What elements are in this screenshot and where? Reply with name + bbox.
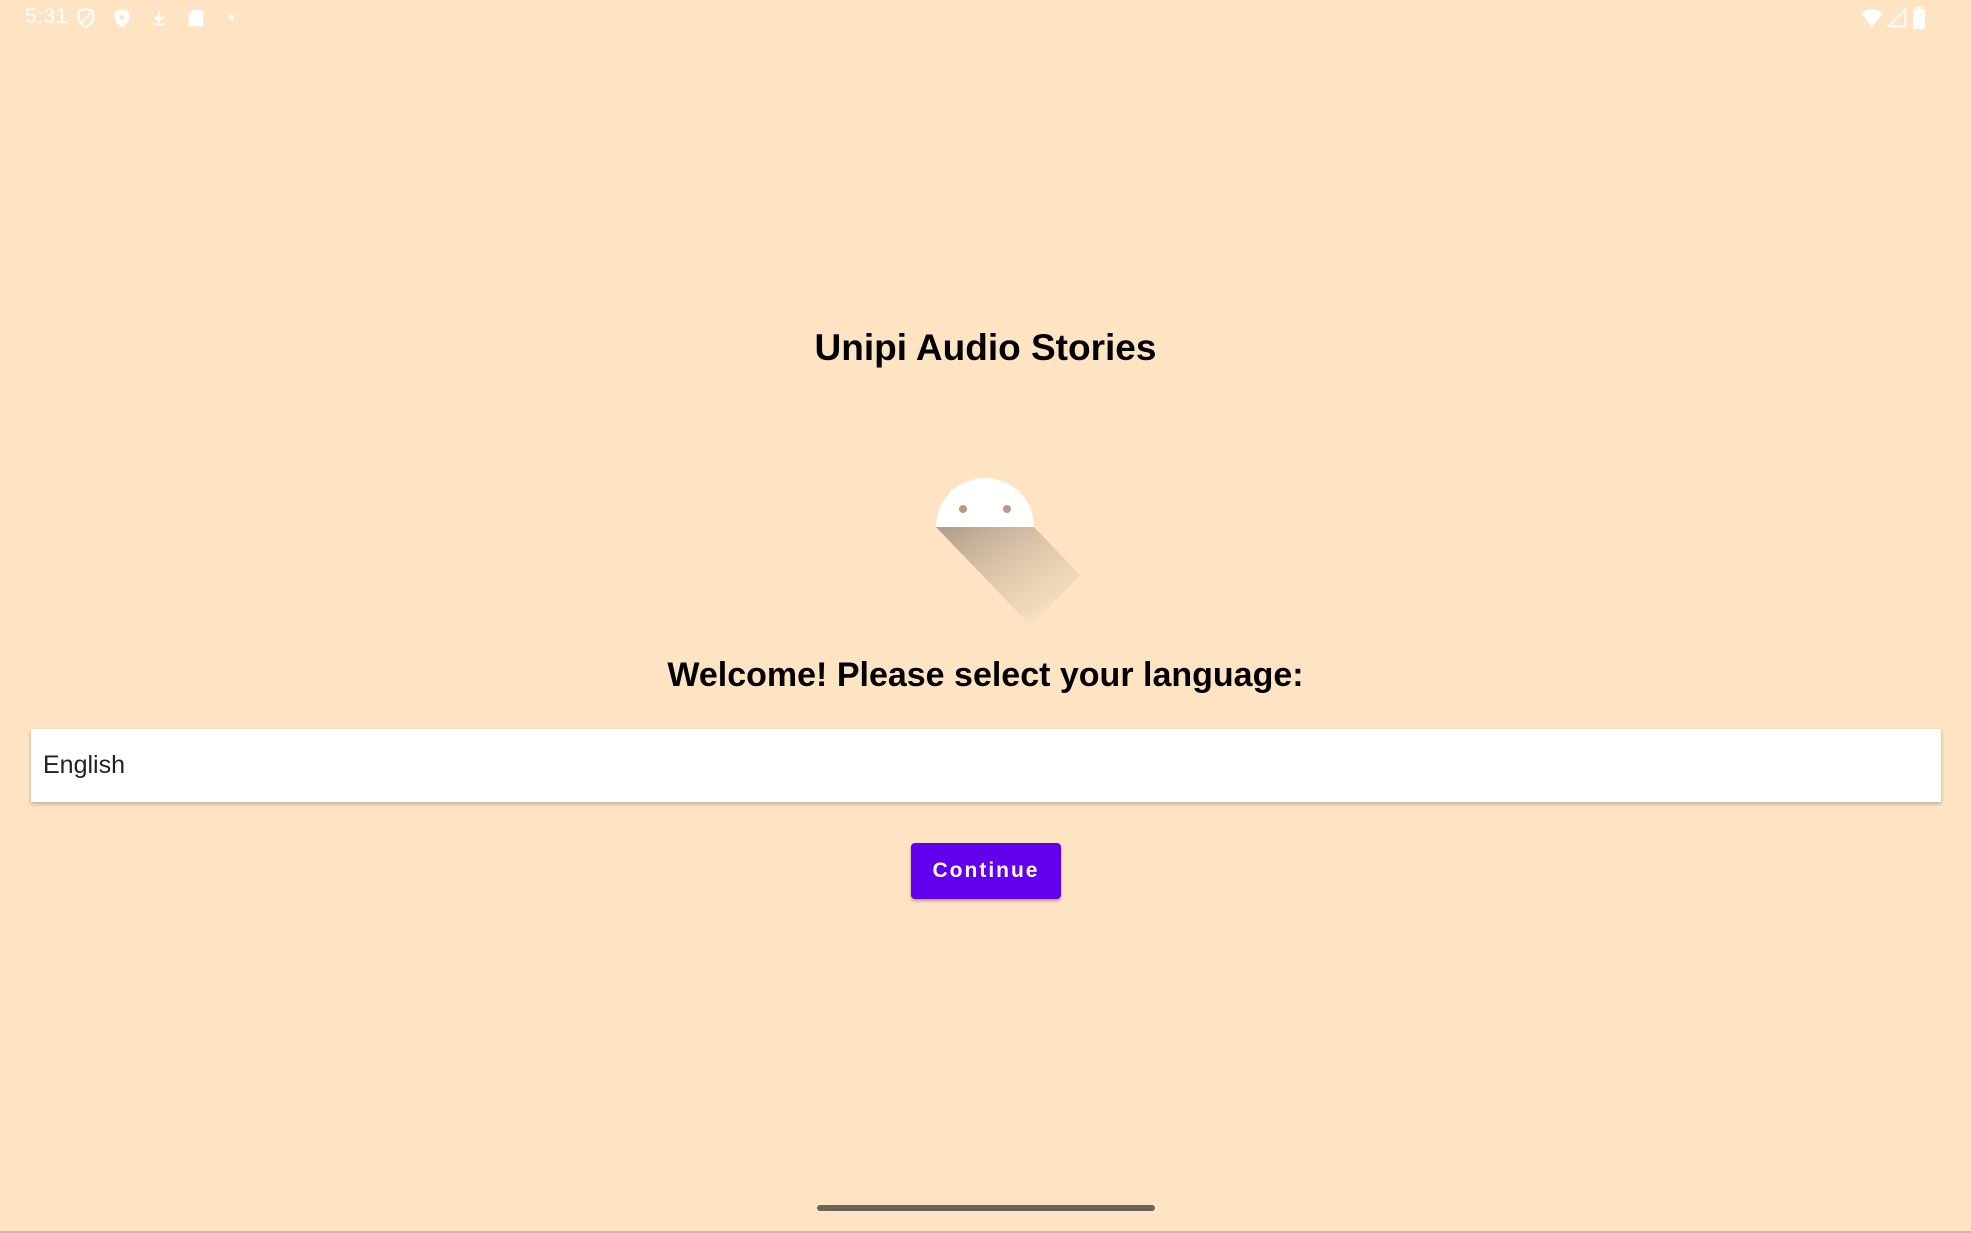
language-selected-value: English <box>43 751 125 779</box>
app-title: Unipi Audio Stories <box>814 327 1157 368</box>
home-indicator[interactable] <box>817 1205 1155 1211</box>
continue-button[interactable]: Continue <box>911 843 1061 899</box>
vpn-shield-icon <box>75 7 97 29</box>
wifi-icon <box>1860 7 1883 29</box>
sd-card-icon <box>185 7 207 29</box>
battery-icon <box>1912 7 1934 29</box>
cell-signal-icon <box>1886 7 1908 29</box>
security-shield-icon <box>111 7 133 29</box>
language-dropdown[interactable]: English <box>31 729 1941 802</box>
android-logo-icon <box>900 450 1080 630</box>
welcome-text: Welcome! Please select your language: <box>667 656 1304 694</box>
status-bar: 5:31 <box>0 0 1971 38</box>
download-icon <box>148 7 170 29</box>
notification-dot-icon <box>225 7 247 29</box>
status-time: 5:31 <box>25 5 68 28</box>
